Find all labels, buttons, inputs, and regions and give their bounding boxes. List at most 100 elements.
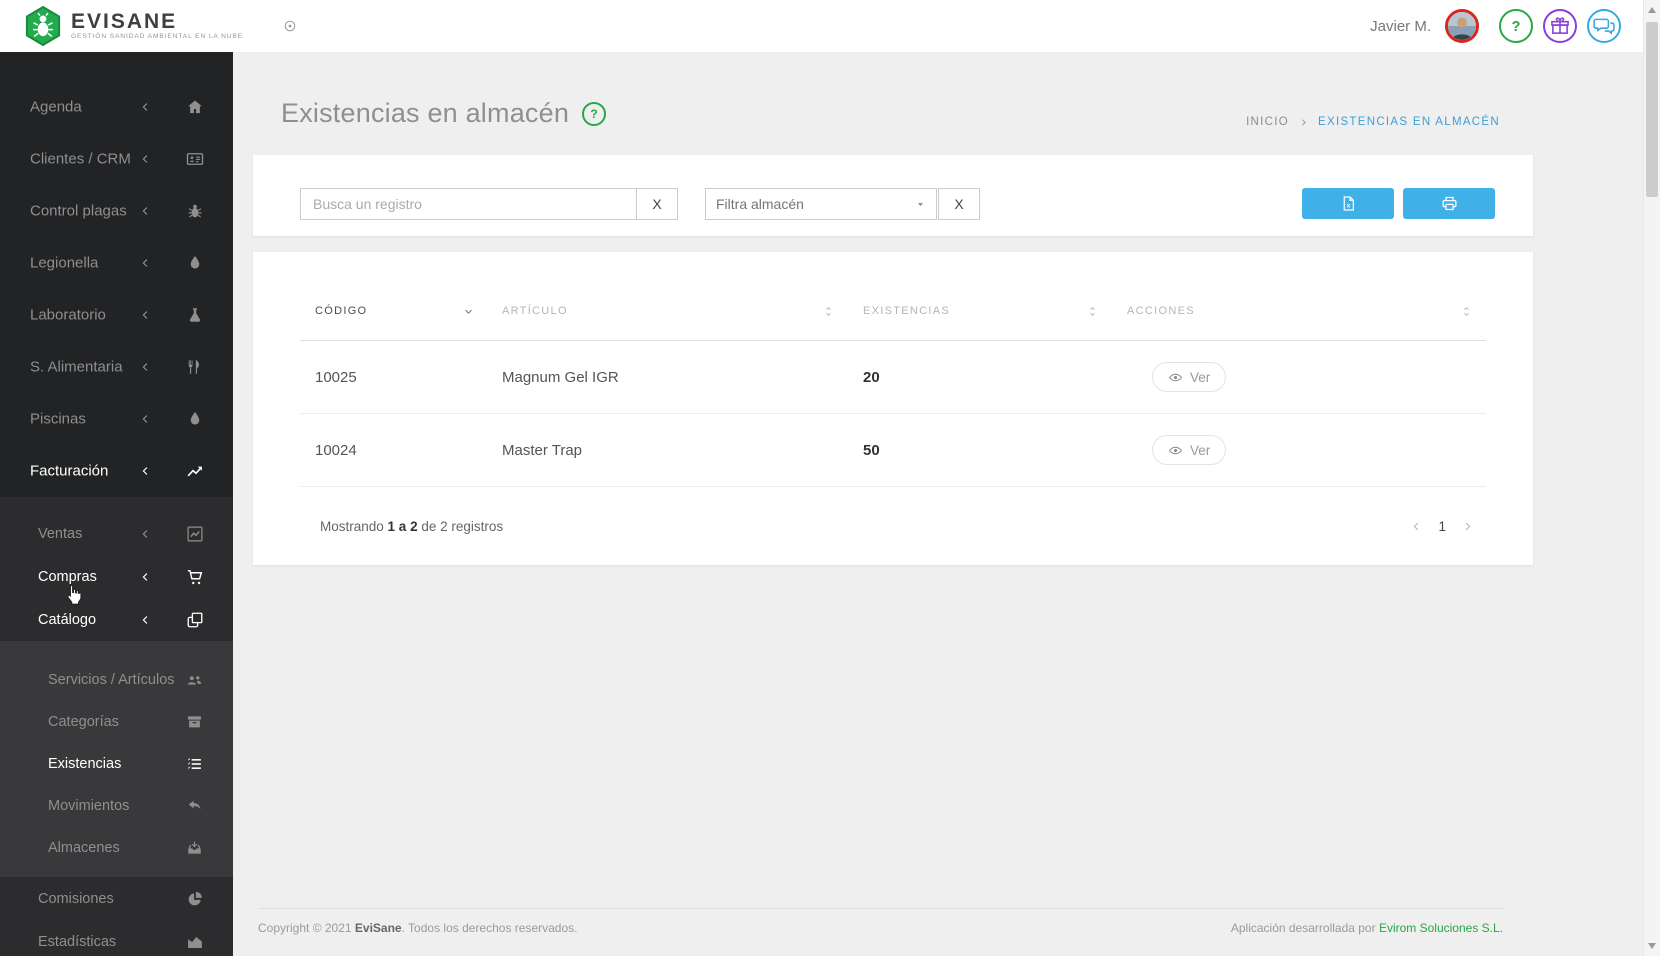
sidebar-item-legionella[interactable]: Legionella xyxy=(0,237,233,289)
catalogo-submenu: Servicios / Artículos Categorías Existen… xyxy=(0,641,233,877)
sidebar-item-catalogo[interactable]: Catálogo xyxy=(0,598,233,641)
sidebar-item-existencias[interactable]: Existencias xyxy=(0,743,233,785)
cell-articulo: Master Trap xyxy=(502,441,583,459)
pie-chart-icon xyxy=(186,890,204,908)
clear-filter-button[interactable]: X xyxy=(938,188,980,220)
sidebar-item-movimientos[interactable]: Movimientos xyxy=(0,785,233,827)
chevron-down-icon xyxy=(463,306,474,317)
evisane-logo-icon xyxy=(24,5,62,47)
excel-file-icon: x xyxy=(1340,195,1357,212)
eye-icon xyxy=(1168,443,1183,458)
page-footer: Copyright © 2021 EviSane. Todos los dere… xyxy=(258,908,1503,935)
target-icon[interactable] xyxy=(283,19,297,33)
chevron-left-icon xyxy=(140,206,151,217)
cell-articulo: Magnum Gel IGR xyxy=(502,368,619,386)
sidebar: Agenda Clientes / CRM Control plagas Leg… xyxy=(0,52,233,956)
gift-button[interactable] xyxy=(1543,9,1577,43)
brand-name: EVISANE xyxy=(71,10,178,33)
id-card-icon xyxy=(186,150,204,168)
records-summary: Mostrando 1 a 2 de 2 registros xyxy=(320,519,504,534)
caret-down-icon xyxy=(915,199,926,210)
evisane-logo[interactable]: EVISANE GESTIÓN SANIDAD AMBIENTAL EN LA … xyxy=(24,5,243,47)
chevron-left-icon xyxy=(140,614,151,625)
bug-icon xyxy=(186,202,204,220)
question-icon[interactable]: ? xyxy=(582,101,607,126)
clear-search-button[interactable]: X xyxy=(636,188,678,220)
breadcrumb-current: EXISTENCIAS EN ALMACÉN xyxy=(1318,116,1500,128)
avatar[interactable] xyxy=(1445,9,1479,43)
sidebar-item-piscinas[interactable]: Piscinas xyxy=(0,393,233,445)
warehouse-filter-placeholder: Filtra almacén xyxy=(716,196,804,212)
copyright-text: Copyright © 2021 EviSane. Todos los dere… xyxy=(258,921,578,935)
page-scrollbar[interactable] xyxy=(1643,0,1660,956)
sidebar-item-s-alimentaria[interactable]: S. Alimentaria xyxy=(0,341,233,393)
chevron-left-icon xyxy=(140,102,151,113)
cell-existencias: 50 xyxy=(863,441,880,459)
sort-icon xyxy=(822,305,835,318)
column-header-codigo[interactable]: CÓDIGO xyxy=(300,305,487,317)
table-row: 10024 Master Trap 50 Ver xyxy=(300,414,1486,487)
sidebar-item-servicios-articulos[interactable]: Servicios / Artículos xyxy=(0,659,233,701)
area-chart-icon xyxy=(186,933,204,951)
export-excel-button[interactable]: x xyxy=(1302,188,1394,219)
question-icon: ? xyxy=(1505,15,1527,37)
chat-icon xyxy=(1593,15,1615,37)
column-header-articulo[interactable]: ARTÍCULO xyxy=(487,305,848,318)
list-icon xyxy=(186,756,203,773)
scrollbar-thumb[interactable] xyxy=(1646,22,1658,197)
sidebar-item-almacenes[interactable]: Almacenes xyxy=(0,827,233,869)
sidebar-item-compras[interactable]: Compras xyxy=(0,555,233,598)
scroll-up-arrow[interactable] xyxy=(1648,7,1656,13)
sidebar-item-laboratorio[interactable]: Laboratorio xyxy=(0,289,233,341)
help-button[interactable]: ? xyxy=(1499,9,1533,43)
main-content: Existencias en almacén ? INICIO EXISTENC… xyxy=(233,52,1643,956)
chevron-left-icon xyxy=(140,362,151,373)
sort-icon xyxy=(1460,305,1473,318)
flask-icon xyxy=(186,306,204,324)
evirom-link[interactable]: Evirom Soluciones S.L. xyxy=(1379,921,1503,935)
chevron-left-icon xyxy=(140,310,151,321)
svg-text:?: ? xyxy=(1512,19,1521,35)
print-button[interactable] xyxy=(1403,188,1495,219)
sort-icon xyxy=(1086,305,1099,318)
copy-icon xyxy=(186,611,204,629)
chevron-left-icon xyxy=(140,466,151,477)
column-header-acciones[interactable]: ACCIONES xyxy=(1112,305,1486,318)
sidebar-item-comisiones[interactable]: Comisiones xyxy=(0,877,233,920)
ver-button[interactable]: Ver xyxy=(1152,362,1227,392)
cart-icon xyxy=(186,568,204,586)
sidebar-item-ventas[interactable]: Ventas xyxy=(0,512,233,555)
sidebar-item-agenda[interactable]: Agenda xyxy=(0,81,233,133)
printer-icon xyxy=(1441,195,1458,212)
filter-panel: X Filtra almacén X x xyxy=(253,155,1533,236)
search-input[interactable] xyxy=(300,188,636,220)
pagination-page-1[interactable]: 1 xyxy=(1438,519,1446,534)
scroll-down-arrow[interactable] xyxy=(1648,943,1656,949)
cell-codigo: 10025 xyxy=(315,368,357,386)
ver-button[interactable]: Ver xyxy=(1152,435,1227,465)
sidebar-item-control-plagas[interactable]: Control plagas xyxy=(0,185,233,237)
pagination-prev[interactable] xyxy=(1411,521,1422,532)
warehouse-filter-select[interactable]: Filtra almacén xyxy=(705,188,937,220)
cell-existencias: 20 xyxy=(863,368,880,386)
evisane-app: EVISANE GESTIÓN SANIDAD AMBIENTAL EN LA … xyxy=(0,0,1660,956)
chart-box-icon xyxy=(186,525,204,543)
chevron-left-icon xyxy=(140,154,151,165)
stock-table-panel: CÓDIGO ARTÍCULO EXISTENCIAS ACCIONES 100… xyxy=(253,252,1533,565)
droplet-icon xyxy=(186,254,204,272)
chevron-right-icon xyxy=(1299,118,1308,127)
user-name[interactable]: Javier M. xyxy=(1370,18,1431,35)
sidebar-item-facturacion[interactable]: Facturación xyxy=(0,445,233,497)
column-header-existencias[interactable]: EXISTENCIAS xyxy=(848,305,1112,318)
breadcrumb-home[interactable]: INICIO xyxy=(1246,116,1289,128)
undo-icon xyxy=(186,798,203,815)
users-icon xyxy=(186,672,203,689)
chevron-left-icon xyxy=(140,528,151,539)
chevron-left-icon xyxy=(140,414,151,425)
sidebar-item-estadisticas[interactable]: Estadísticas xyxy=(0,920,233,956)
archive-icon xyxy=(186,714,203,731)
sidebar-item-categorias[interactable]: Categorías xyxy=(0,701,233,743)
sidebar-item-clientes-crm[interactable]: Clientes / CRM xyxy=(0,133,233,185)
chat-button[interactable] xyxy=(1587,9,1621,43)
pagination-next[interactable] xyxy=(1462,521,1473,532)
